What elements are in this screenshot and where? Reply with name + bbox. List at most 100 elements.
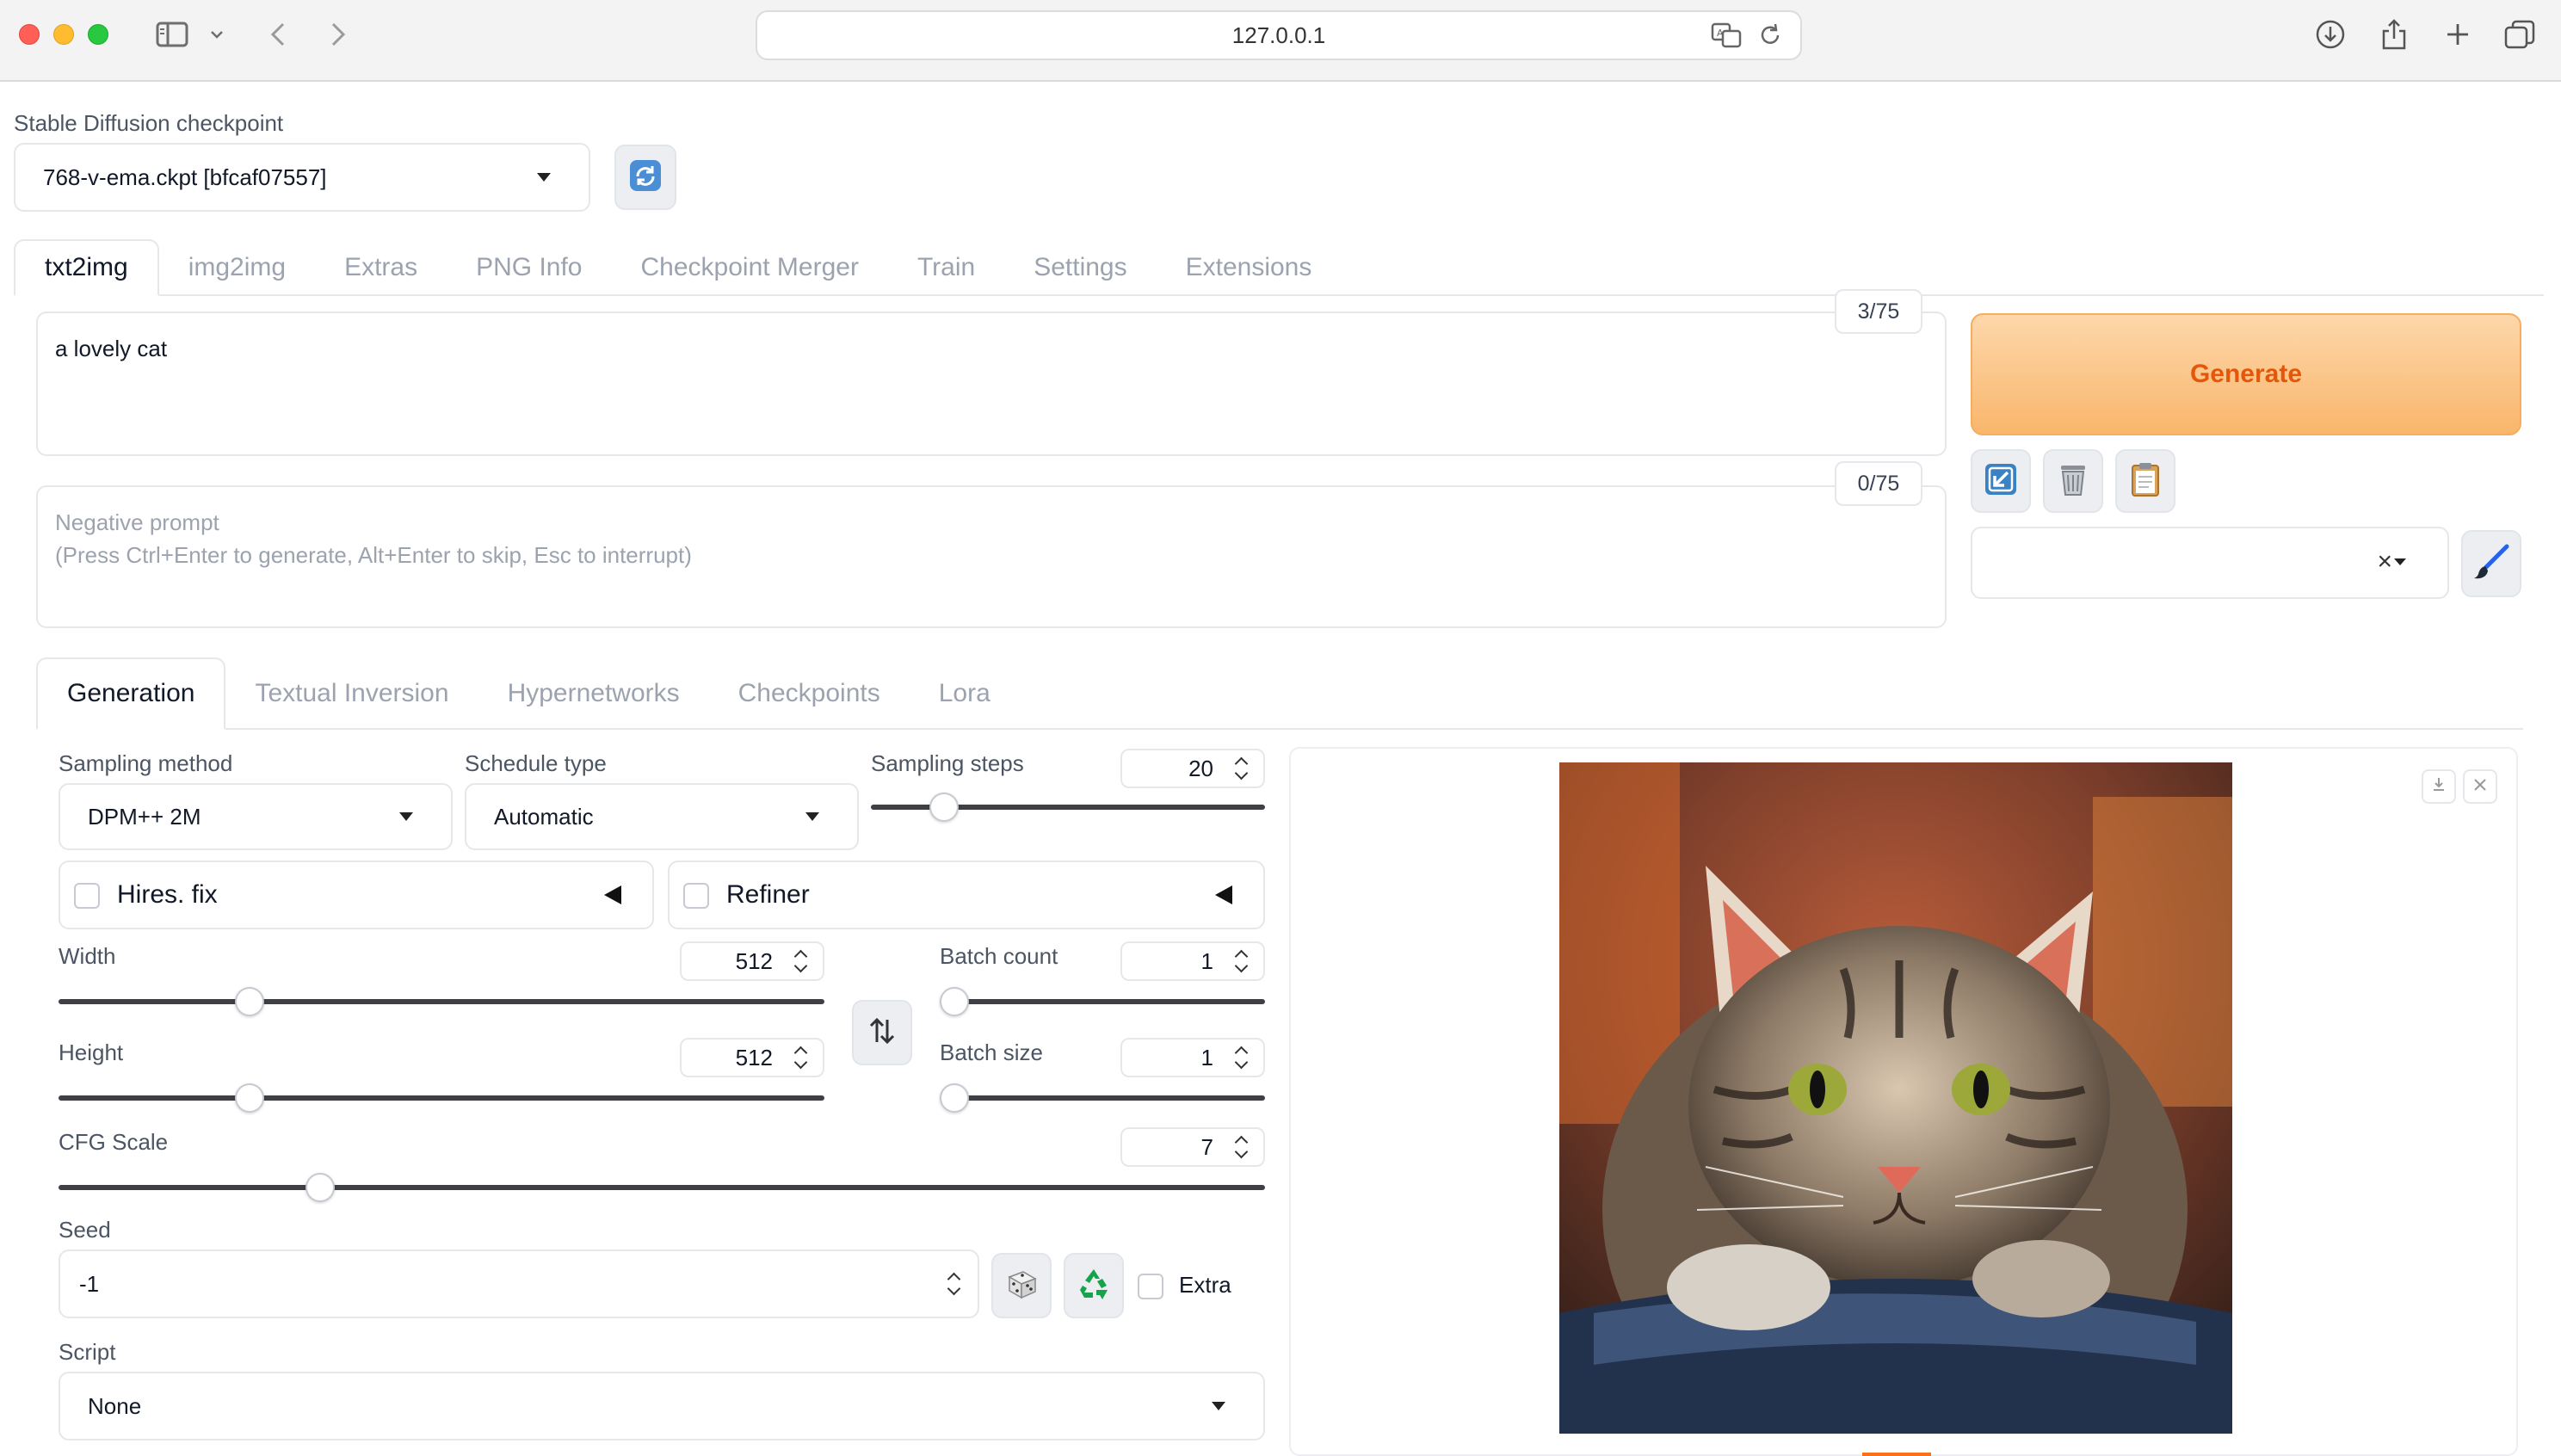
swap-dimensions-button[interactable] — [852, 1000, 912, 1065]
stepper-icon[interactable] — [948, 1271, 962, 1297]
batch-count-label: Batch count — [940, 943, 1058, 969]
sampling-steps-thumb[interactable] — [929, 793, 959, 822]
schedule-type-dropdown[interactable]: Automatic — [465, 783, 859, 850]
height-input[interactable]: 512 — [680, 1038, 824, 1077]
apply-styles-button[interactable] — [2115, 449, 2175, 513]
cfg-scale-slider[interactable] — [59, 1185, 1265, 1190]
chevron-down-icon — [2394, 558, 2406, 565]
tab-overview-icon[interactable] — [2502, 15, 2537, 53]
sampling-method-dropdown[interactable]: DPM++ 2M — [59, 783, 453, 850]
tab-hypernetworks[interactable]: Hypernetworks — [478, 657, 709, 730]
downloads-icon[interactable] — [2313, 15, 2348, 53]
sampling-steps-label: Sampling steps — [871, 750, 1024, 776]
read-params-button[interactable] — [1971, 449, 2031, 513]
collapse-triangle-icon — [604, 885, 621, 904]
sidebar-toggle-icon[interactable] — [153, 15, 191, 53]
script-value: None — [88, 1392, 142, 1419]
clear-prompt-button[interactable] — [2043, 449, 2103, 513]
cfg-scale-label: CFG Scale — [59, 1129, 169, 1155]
styles-dropdown[interactable]: × — [1971, 527, 2449, 599]
width-thumb[interactable] — [235, 987, 265, 1016]
close-window-button[interactable] — [19, 24, 40, 45]
extra-seed-checkbox[interactable] — [1138, 1274, 1163, 1299]
edit-styles-button[interactable] — [2461, 530, 2521, 597]
chevron-down-icon — [805, 812, 819, 821]
stepper-icon[interactable] — [1236, 1045, 1250, 1070]
checkpoint-dropdown[interactable]: 768-v-ema.ckpt [bfcaf07557] — [14, 143, 590, 212]
generate-button[interactable]: Generate — [1971, 313, 2521, 435]
stepper-icon[interactable] — [795, 1045, 809, 1070]
trash-icon — [2058, 461, 2089, 502]
tab-settings[interactable]: Settings — [1004, 239, 1156, 296]
progress-indicator — [1862, 1453, 1931, 1456]
height-slider[interactable] — [59, 1095, 824, 1101]
back-icon[interactable] — [263, 15, 293, 53]
minimize-window-button[interactable] — [53, 24, 74, 45]
hires-fix-checkbox[interactable] — [74, 883, 100, 909]
tab-generation[interactable]: Generation — [36, 657, 226, 730]
negative-prompt-hint: (Press Ctrl+Enter to generate, Alt+Enter… — [55, 542, 692, 568]
address-bar[interactable]: 127.0.0.1 A — [756, 10, 1802, 60]
cat-image — [1559, 762, 2232, 1434]
batch-count-slider[interactable] — [940, 999, 1265, 1004]
tab-extensions[interactable]: Extensions — [1157, 239, 1342, 296]
tab-lora[interactable]: Lora — [910, 657, 1020, 730]
clear-styles-icon[interactable]: × — [2377, 547, 2392, 577]
close-image-button[interactable] — [2463, 769, 2497, 804]
width-slider[interactable] — [59, 999, 824, 1004]
width-value: 512 — [735, 947, 773, 974]
tab-checkpoint-merger[interactable]: Checkpoint Merger — [612, 239, 888, 296]
negative-prompt-input[interactable]: Negative prompt (Press Ctrl+Enter to gen… — [36, 485, 1947, 628]
svg-text:A: A — [1717, 28, 1724, 39]
tab-extras[interactable]: Extras — [315, 239, 447, 296]
refresh-checkpoint-button[interactable] — [614, 145, 676, 210]
clipboard-icon — [2130, 461, 2161, 502]
random-seed-button[interactable] — [991, 1253, 1052, 1318]
chevron-down-icon[interactable] — [207, 15, 227, 53]
cfg-scale-thumb[interactable] — [305, 1173, 336, 1202]
tab-train[interactable]: Train — [888, 239, 1004, 296]
browser-toolbar: 127.0.0.1 A — [0, 0, 2561, 82]
batch-count-thumb[interactable] — [940, 987, 969, 1016]
width-input[interactable]: 512 — [680, 941, 824, 981]
prompt-input[interactable]: a lovely cat — [36, 312, 1947, 456]
hires-fix-accordion[interactable]: Hires. fix — [59, 861, 654, 929]
share-icon[interactable] — [2377, 15, 2411, 53]
reuse-seed-button[interactable] — [1064, 1253, 1124, 1318]
refiner-accordion[interactable]: Refiner — [668, 861, 1265, 929]
batch-count-input[interactable]: 1 — [1120, 941, 1265, 981]
seed-input[interactable]: -1 — [59, 1249, 979, 1318]
chevron-down-icon — [1212, 1402, 1225, 1410]
height-label: Height — [59, 1040, 124, 1065]
batch-size-slider[interactable] — [940, 1095, 1265, 1101]
batch-size-thumb[interactable] — [940, 1083, 969, 1113]
forward-icon[interactable] — [324, 15, 353, 53]
tab-txt2img[interactable]: txt2img — [14, 239, 159, 296]
sampling-method-value: DPM++ 2M — [88, 803, 201, 830]
tab-textual-inversion[interactable]: Textual Inversion — [225, 657, 478, 730]
tab-checkpoints[interactable]: Checkpoints — [709, 657, 910, 730]
stepper-icon[interactable] — [1236, 948, 1250, 974]
schedule-type-label: Schedule type — [465, 750, 607, 776]
refresh-icon — [628, 158, 663, 197]
refiner-checkbox[interactable] — [683, 883, 709, 909]
tab-img2img[interactable]: img2img — [159, 239, 315, 296]
stepper-icon[interactable] — [1236, 1134, 1250, 1160]
script-dropdown[interactable]: None — [59, 1372, 1265, 1441]
download-image-button[interactable] — [2422, 769, 2456, 804]
sampling-steps-input[interactable]: 20 — [1120, 749, 1265, 788]
stepper-icon[interactable] — [1236, 756, 1250, 781]
stepper-icon[interactable] — [795, 948, 809, 974]
tab-png-info[interactable]: PNG Info — [447, 239, 611, 296]
batch-size-input[interactable]: 1 — [1120, 1038, 1265, 1077]
new-tab-icon[interactable] — [2441, 15, 2475, 53]
translate-icon[interactable]: A — [1711, 21, 1742, 56]
reload-icon[interactable] — [1757, 21, 1783, 56]
chevron-down-icon — [399, 812, 413, 821]
maximize-window-button[interactable] — [88, 24, 108, 45]
height-thumb[interactable] — [235, 1083, 265, 1113]
cfg-scale-input[interactable]: 7 — [1120, 1127, 1265, 1167]
sampling-steps-value: 20 — [1188, 755, 1213, 781]
generated-image[interactable] — [1559, 762, 2232, 1434]
hires-fix-label: Hires. fix — [117, 880, 218, 909]
